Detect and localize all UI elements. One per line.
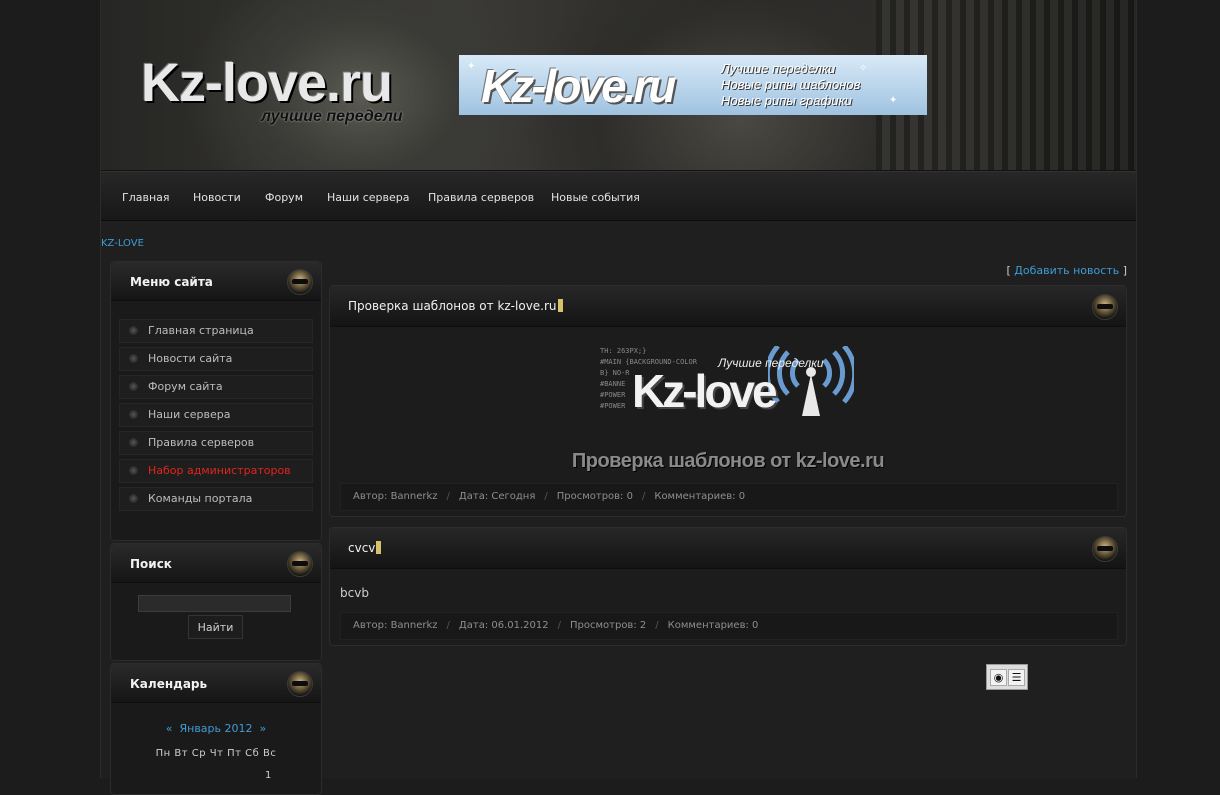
site-menu-block: Меню сайта Главная страница Новости сайт… <box>110 261 322 541</box>
search-button[interactable]: Найти <box>188 615 243 639</box>
mask-icon <box>287 671 313 697</box>
post-title-wrap: Проверка шаблонов от kz-love.ru <box>348 299 563 313</box>
nav-item-home[interactable]: Главная <box>122 191 170 204</box>
sidebar-item-news[interactable]: Новости сайта <box>119 347 313 371</box>
add-news-link-wrap: [ Добавить новость ] <box>1006 264 1127 277</box>
bullet-icon <box>129 466 138 475</box>
post-title[interactable]: cvcv <box>348 541 375 555</box>
header-banner[interactable]: ✦ ✦ ✧ Kz-love.ru Лучшие переделки Новые … <box>459 55 927 115</box>
bullet-icon <box>129 326 138 335</box>
post-image-logo: Kz-love <box>632 365 778 417</box>
bullet-icon <box>129 438 138 447</box>
bullet-icon <box>129 354 138 363</box>
mask-icon <box>287 551 313 577</box>
bullet-icon <box>129 382 138 391</box>
sidebar-item-home[interactable]: Главная страница <box>119 319 313 343</box>
post-comments[interactable]: Комментариев: 0 <box>668 620 759 631</box>
post-image-tagline: Лучшие переделки <box>718 356 824 370</box>
calendar-block: Календарь « Январь 2012 » Пн Вт Ср Чт Пт… <box>110 663 322 795</box>
post-views: Просмотров: 0 <box>556 491 633 502</box>
add-news-link[interactable]: Добавить новость <box>1014 264 1119 277</box>
search-input[interactable] <box>138 595 291 612</box>
post-title[interactable]: Проверка шаблонов от kz-love.ru <box>348 299 557 313</box>
news-post: Проверка шаблонов от kz-love.ru TH: 263P… <box>329 285 1127 517</box>
post-date: Дата: 06.01.2012 <box>458 620 549 631</box>
post-image: TH: 263PX;} #MAIN {BACKGROUND-COLOR B} N… <box>600 342 856 422</box>
news-post: cvcv bcvb Автор: Bannerkz / Дата: 06.01.20… <box>329 527 1127 646</box>
post-meta: Автор: Bannerkz / Дата: 06.01.2012/Просмот… <box>340 612 1118 640</box>
breadcrumb[interactable]: KZ-LOVE <box>101 238 144 249</box>
calendar-prev[interactable]: « <box>166 722 173 735</box>
post-title-wrap: cvcv <box>348 541 382 555</box>
document-icon[interactable]: ☰ <box>1008 669 1025 686</box>
nav-item-new-events[interactable]: Новые события <box>551 191 640 204</box>
mask-icon <box>1092 294 1118 320</box>
mask-icon <box>287 269 313 295</box>
post-image-headline: Проверка шаблонов от kz-love.ru <box>571 450 885 472</box>
search-block: Поиск Найти <box>110 543 322 661</box>
site-logo-subtitle: лучшие передели <box>261 108 403 125</box>
sidebar-item-rules[interactable]: Правила серверов <box>119 431 313 455</box>
eye-icon[interactable]: ◉ <box>990 669 1007 686</box>
site-logo[interactable]: Kz-love.ru <box>141 52 393 114</box>
calendar-next[interactable]: » <box>260 722 267 735</box>
site-header: Kz-love.ru лучшие передели ✦ ✦ ✧ Kz-love… <box>101 0 1136 171</box>
bullet-icon <box>129 494 138 503</box>
bullet-icon <box>129 410 138 419</box>
banner-taglines: Лучшие переделки Новые рипы шаблонов Нов… <box>721 61 861 108</box>
page-tools: ◉ ☰ <box>986 664 1028 690</box>
calendar-nav: « Январь 2012 » <box>111 722 321 735</box>
sidebar-item-portal-teams[interactable]: Команды портала <box>119 487 313 511</box>
sidebar-item-servers[interactable]: Наши сервера <box>119 403 313 427</box>
nav-item-servers[interactable]: Наши сервера <box>327 191 410 204</box>
main-nav: Главная Новости Форум Наши сервера Прави… <box>101 171 1136 221</box>
block-title: Календарь <box>130 677 208 691</box>
block-title: Поиск <box>130 557 172 571</box>
nav-item-server-rules[interactable]: Правила серверов <box>428 191 534 204</box>
post-views: Просмотров: 2 <box>570 620 647 631</box>
calendar-day[interactable]: 1 <box>265 770 271 781</box>
calendar-month[interactable]: Январь 2012 <box>179 722 252 735</box>
post-meta: Автор: Bannerkz / Дата: Сегодня / Просмотров… <box>340 483 1118 511</box>
page-container: Kz-love.ru лучшие передели ✦ ✦ ✧ Kz-love… <box>100 0 1137 795</box>
post-comments[interactable]: Комментариев: 0 <box>654 491 745 502</box>
post-author[interactable]: Автор: Bannerkz <box>353 620 438 631</box>
post-date: Дата: Сегодня <box>458 491 536 502</box>
nav-item-news[interactable]: Новости <box>193 191 241 204</box>
nav-item-forum[interactable]: Форум <box>265 191 303 204</box>
banner-logo: Kz-love.ru <box>481 60 676 112</box>
post-body: bcvb <box>340 586 369 600</box>
calendar-weekdays: Пн Вт Ср Чт Пт Сб Вс <box>155 748 277 759</box>
mask-icon <box>1092 536 1118 562</box>
sidebar-item-admin-recruitment[interactable]: Набор администраторов <box>119 459 313 483</box>
post-author[interactable]: Автор: Bannerkz <box>353 491 438 502</box>
sidebar-item-forum[interactable]: Форум сайта <box>119 375 313 399</box>
block-title: Меню сайта <box>130 275 213 289</box>
